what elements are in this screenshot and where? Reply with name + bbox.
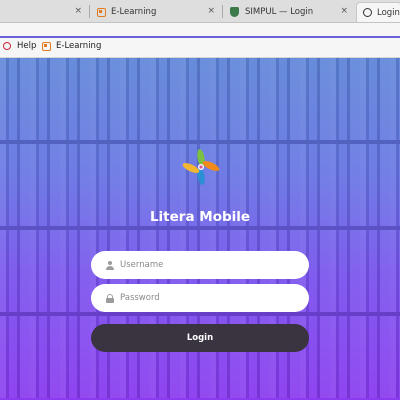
tab-label: SIMPUL — Login [245,7,314,17]
lock-icon [106,293,114,303]
bookmark-help[interactable]: Help [3,41,36,51]
orange-square-icon [42,41,51,51]
username-field[interactable]: Username [91,251,309,279]
tab-label: Login [377,7,400,18]
litera-logo-icon [182,149,220,185]
bookshelf-background [0,58,400,140]
close-tab-icon[interactable]: × [74,6,82,16]
tab-simpul-login[interactable]: SIMPUL — Login × [224,2,354,22]
tab-elearning[interactable]: E-Learning × [91,2,221,22]
login-button[interactable]: Login [91,324,309,352]
user-icon [106,260,114,270]
password-field[interactable]: Password [91,284,309,312]
elearning-favicon-icon [97,7,106,17]
tab-bar: × E-Learning × SIMPUL — Login × Login [0,0,400,23]
bookmark-label: E-Learning [56,41,102,51]
shield-icon [230,7,239,17]
tab-login[interactable]: Login [356,2,400,22]
tab-label: E-Learning [111,7,157,17]
tab-previous[interactable]: × [0,2,88,22]
bookmark-label: Help [17,41,37,51]
username-placeholder: Username [120,260,164,270]
address-bar-area [0,23,400,38]
close-tab-icon[interactable]: × [340,6,348,16]
globe-icon [363,8,372,17]
bookmark-elearning[interactable]: E-Learning [42,41,101,51]
bookmarks-bar: Help E-Learning [0,38,400,58]
login-page: Litera Mobile Username Password Login [0,58,400,400]
app-title: Litera Mobile [149,209,251,225]
close-tab-icon[interactable]: × [207,6,215,16]
password-placeholder: Password [120,293,160,303]
help-icon [3,42,11,50]
